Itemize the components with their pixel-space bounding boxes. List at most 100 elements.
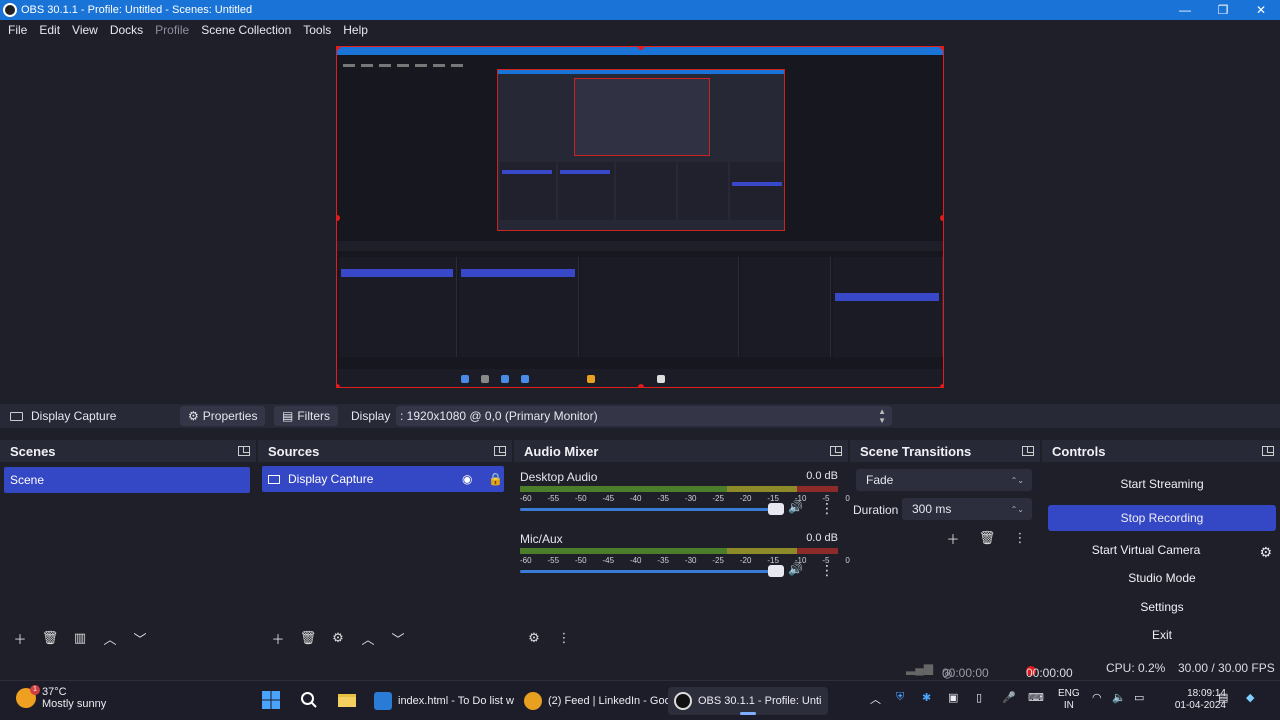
undock-icon[interactable] [1262, 446, 1274, 456]
audio-mixer-title: Audio Mixer [524, 443, 599, 459]
mixer-channel-mic: Mic/Aux 0.0 dB -60 -55 -50 -45 -40 -35 -30 -25-… [520, 532, 850, 592]
move-up-icon[interactable]: ︿ [98, 627, 122, 649]
transition-select[interactable]: Fade ⌃⌄ [856, 469, 1032, 491]
eye-icon[interactable]: ◉ [462, 472, 472, 486]
app-tray-icon[interactable]: ▣ [948, 691, 958, 704]
volume-slider-handle[interactable] [768, 503, 784, 515]
volume-slider[interactable] [520, 570, 782, 573]
add-scene-button[interactable]: ＋ [8, 627, 32, 649]
trash-icon[interactable]: 🗑 [975, 527, 999, 549]
start-virtual-camera-button[interactable]: Start Virtual Camera [1048, 537, 1244, 563]
properties-button[interactable]: ⚙ Properties [180, 406, 266, 426]
kebab-menu-icon[interactable]: ⋮ [820, 562, 834, 579]
kebab-menu-icon[interactable]: ⋮ [820, 500, 834, 517]
keyboard-icon[interactable]: ⌨ [1028, 691, 1044, 704]
scene-filter-icon[interactable]: ▥ [68, 627, 92, 649]
defender-icon[interactable]: ⛨ [896, 691, 904, 704]
menu-docks[interactable]: Docks [106, 23, 151, 37]
maximize-button[interactable]: ❐ [1204, 0, 1242, 20]
resize-handle[interactable] [940, 384, 943, 387]
taskbar-app-chrome[interactable]: (2) Feed | LinkedIn - Goo [518, 687, 677, 715]
battery-icon[interactable]: ▯ [976, 691, 982, 704]
copilot-icon[interactable]: ◆ [1246, 691, 1254, 704]
file-explorer-icon[interactable] [336, 689, 358, 711]
taskbar-app-obs[interactable]: OBS 30.1.1 - Profile: Unti [668, 687, 828, 715]
kebab-menu-icon[interactable]: ⋮ [1008, 527, 1032, 549]
exit-button[interactable]: Exit [1048, 622, 1276, 648]
menu-view[interactable]: View [68, 23, 106, 37]
undock-icon[interactable] [494, 446, 506, 456]
volume-slider[interactable] [520, 508, 782, 511]
monitor-icon [10, 411, 23, 421]
move-up-icon[interactable]: ︿ [356, 627, 380, 649]
language-indicator[interactable]: ENG IN [1058, 688, 1080, 712]
volume-icon[interactable]: 🔈 [1112, 691, 1126, 704]
title-bar: OBS 30.1.1 - Profile: Untitled - Scenes:… [0, 0, 1280, 20]
preview-canvas[interactable] [336, 46, 944, 388]
virtual-camera-gear-icon[interactable]: ⚙ [1259, 544, 1272, 561]
resize-handle[interactable] [638, 384, 644, 387]
wifi-icon[interactable]: ◠ [1092, 691, 1102, 704]
sun-icon: 1 [16, 685, 40, 708]
battery-charging-icon[interactable]: ▭ [1134, 691, 1144, 704]
filter-icon: ▤ [282, 409, 294, 423]
weather-widget[interactable]: 1 37°C Mostly sunny [16, 685, 106, 710]
undock-icon[interactable] [830, 446, 842, 456]
filters-button[interactable]: ▤ Filters [274, 406, 339, 426]
duration-spinbox[interactable]: 300 ms ⌃⌄ [902, 498, 1032, 520]
trash-icon[interactable]: 🗑 [38, 627, 62, 649]
move-down-icon[interactable]: ﹀ [128, 627, 152, 649]
undock-icon[interactable] [238, 446, 250, 456]
gear-icon[interactable]: ⚙ [326, 627, 350, 649]
chevron-up-icon[interactable]: ︿ [870, 691, 881, 707]
taskbar-app-vscode[interactable]: index.html - To Do list w [368, 687, 520, 715]
display-select[interactable]: : 1920x1080 @ 0,0 (Primary Monitor) ▲ ▼ [396, 406, 892, 426]
preview-source-toolbar [337, 241, 943, 251]
add-source-button[interactable]: ＋ [266, 627, 290, 649]
resize-handle[interactable] [940, 47, 943, 50]
speaker-icon[interactable]: 🔊 [788, 500, 803, 514]
trash-icon[interactable]: 🗑 [296, 627, 320, 649]
preview-area[interactable] [0, 40, 1280, 396]
notification-icon[interactable]: ▤ [1218, 691, 1228, 704]
menu-tools[interactable]: Tools [299, 23, 339, 37]
display-label: Display [351, 409, 391, 423]
windows-start-icon[interactable] [260, 689, 282, 711]
resize-handle[interactable] [337, 215, 340, 221]
weather-temp: 37°C [42, 686, 67, 698]
source-item[interactable]: Display Capture ◉ 🔒 [262, 466, 504, 492]
start-streaming-button[interactable]: Start Streaming [1048, 471, 1276, 497]
undock-icon[interactable] [1022, 446, 1034, 456]
source-toolbar: Display Capture ⚙ Properties ▤ Filters D… [0, 404, 1280, 428]
speaker-icon[interactable]: 🔊 [788, 562, 803, 576]
studio-mode-button[interactable]: Studio Mode [1048, 565, 1276, 591]
stop-recording-button[interactable]: Stop Recording [1048, 505, 1276, 531]
selected-source-name: Display Capture [31, 409, 117, 423]
close-button[interactable]: ✕ [1242, 0, 1280, 20]
menu-scene-collection[interactable]: Scene Collection [197, 23, 299, 37]
scene-item[interactable]: Scene [4, 467, 250, 493]
add-transition-button[interactable]: ＋ [941, 527, 965, 549]
volume-slider-handle[interactable] [768, 565, 784, 577]
bluetooth-icon[interactable]: ✱ [922, 691, 931, 704]
menu-edit[interactable]: Edit [35, 23, 68, 37]
menu-file[interactable]: File [4, 23, 35, 37]
fps-readout: 30.00 / 30.00 FPS [1178, 661, 1275, 675]
settings-button[interactable]: Settings [1048, 594, 1276, 620]
obs-logo-icon [3, 3, 17, 17]
search-icon[interactable] [298, 689, 320, 711]
resize-handle[interactable] [940, 215, 943, 221]
volume-meter [520, 486, 838, 492]
lock-icon[interactable]: 🔒 [488, 472, 503, 486]
monitor-icon [268, 474, 280, 484]
advanced-audio-gear-icon[interactable]: ⚙ [522, 627, 546, 649]
channel-db: 0.0 dB [806, 470, 838, 482]
microphone-icon[interactable]: 🎤 [1002, 691, 1016, 704]
minimize-button[interactable]: — [1166, 0, 1204, 20]
kebab-menu-icon[interactable]: ⋮ [552, 627, 576, 649]
menu-profile[interactable]: Profile [151, 23, 197, 37]
preview-nested-capture [497, 69, 785, 231]
menu-help[interactable]: Help [339, 23, 376, 37]
move-down-icon[interactable]: ﹀ [386, 627, 410, 649]
resize-handle[interactable] [337, 384, 340, 387]
